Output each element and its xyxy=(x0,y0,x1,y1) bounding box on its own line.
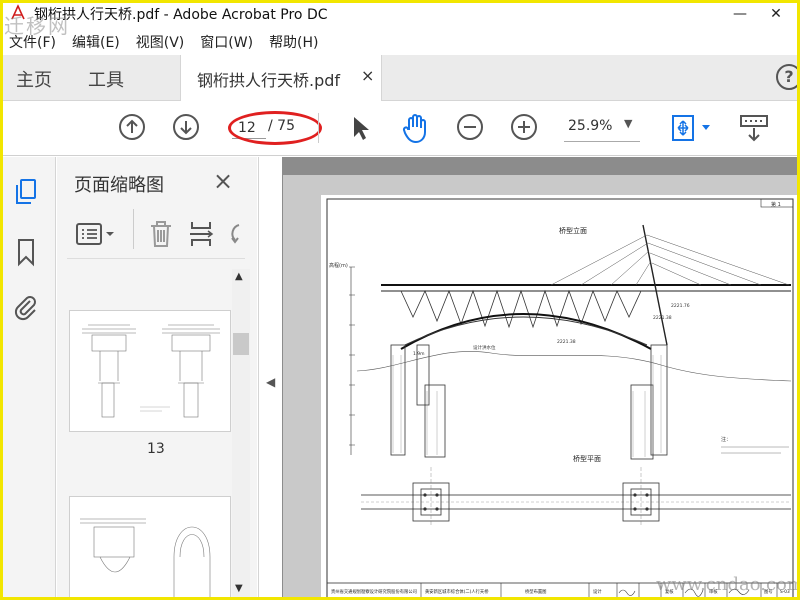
watermark-top: 迁移网 xyxy=(4,14,70,38)
bookmark-icon[interactable] xyxy=(12,237,40,267)
plan-title: 桥型平面 xyxy=(573,454,601,463)
scrollbar-thumb[interactable] xyxy=(233,333,249,355)
document-page-frame: 第 1 桥型立面 桥型平面 高程(m) 设计洪水位 2221.38 1.9m 2… xyxy=(283,175,800,600)
panel-close-icon[interactable]: × xyxy=(213,167,233,195)
zoom-underline xyxy=(564,141,640,142)
delete-page-icon[interactable] xyxy=(147,219,175,253)
svg-text:2221.38: 2221.38 xyxy=(557,339,576,345)
page-down-icon[interactable] xyxy=(173,114,199,140)
title-block-company: 贵州省交通规划勘察设计研究院股份有限公司 xyxy=(331,588,417,595)
svg-text:第 1: 第 1 xyxy=(771,201,781,208)
thumbnail-toolbar xyxy=(67,209,245,259)
thumbnail-page-13[interactable] xyxy=(69,310,231,432)
extract-page-icon[interactable] xyxy=(188,219,216,253)
zoom-level[interactable]: 25.9% xyxy=(568,118,612,134)
thumbnail-scrollbar[interactable]: ▲ ▼ xyxy=(232,269,250,600)
watermark-bottom: www.cndao.com xyxy=(656,574,800,595)
tab-close-icon[interactable]: × xyxy=(361,66,374,85)
menu-bar: 文件(F) 编辑(E) 视图(V) 窗口(W) 帮助(H) xyxy=(0,30,800,54)
close-icon[interactable]: ✕ xyxy=(758,2,794,26)
collapse-panel-icon[interactable]: ◀ xyxy=(266,375,275,389)
elevation-title: 桥型立面 xyxy=(559,226,587,235)
menu-help[interactable]: 帮助(H) xyxy=(269,32,318,52)
svg-text:2221.38: 2221.38 xyxy=(653,315,672,321)
zoom-out-icon[interactable] xyxy=(457,114,483,140)
fit-page-icon[interactable] xyxy=(670,113,714,147)
rotate-page-icon[interactable] xyxy=(225,221,245,251)
help-icon[interactable]: ? xyxy=(776,64,800,90)
zoom-in-icon[interactable] xyxy=(511,114,537,140)
drawing-note: 注： xyxy=(721,436,731,443)
menu-window[interactable]: 窗口(W) xyxy=(200,32,253,52)
main-toolbar: 12 / 75 25.9% ▼ xyxy=(0,101,800,156)
scroll-down-icon[interactable]: ▼ xyxy=(235,583,243,594)
scroll-up-icon[interactable]: ▲ xyxy=(235,271,243,282)
hand-icon[interactable] xyxy=(400,112,432,148)
menu-view[interactable]: 视图(V) xyxy=(136,32,185,52)
thumbnail-options-icon[interactable] xyxy=(75,221,119,251)
drawing-sheet: 第 1 桥型立面 桥型平面 高程(m) 设计洪水位 2221.38 1.9m 2… xyxy=(321,195,799,600)
document-view[interactable]: 第 1 桥型立面 桥型平面 高程(m) 设计洪水位 2221.38 1.9m 2… xyxy=(282,157,800,600)
title-block-design: 设计 xyxy=(593,588,602,595)
attachment-icon[interactable] xyxy=(12,293,40,321)
window-title: 钢桁拱人行天桥.pdf - Adobe Acrobat Pro DC xyxy=(34,7,328,23)
page-up-icon[interactable] xyxy=(119,114,145,140)
tab-tools[interactable]: 工具 xyxy=(88,66,124,92)
select-arrow-icon[interactable] xyxy=(350,115,372,145)
svg-text:2221.76: 2221.76 xyxy=(671,303,690,309)
title-block-drawing: 桥型布置图 xyxy=(525,588,546,595)
minimize-icon[interactable]: — xyxy=(722,2,758,26)
tab-home[interactable]: 主页 xyxy=(16,66,52,92)
thumbnail-page-number: 13 xyxy=(147,441,165,457)
left-navigation-rail xyxy=(0,157,56,600)
svg-text:1.9m: 1.9m xyxy=(413,351,425,357)
thumbnail-page-14[interactable] xyxy=(69,496,231,600)
thumbnail-panel: 页面缩略图 × 13 ▲ ▼ xyxy=(57,157,257,600)
red-annotation-oval xyxy=(228,111,322,145)
scrolling-mode-icon[interactable] xyxy=(738,113,770,147)
svg-text:高程(m): 高程(m) xyxy=(329,262,348,269)
menu-edit[interactable]: 编辑(E) xyxy=(72,32,120,52)
signature-design xyxy=(618,589,636,596)
tab-document[interactable]: 钢桁拱人行天桥.pdf × xyxy=(180,55,382,101)
title-block-project: 黄安新区城市综合体(二)人行天桥 xyxy=(425,588,489,595)
page-thumbnails-icon[interactable] xyxy=(12,177,40,205)
title-bar: 钢桁拱人行天桥.pdf - Adobe Acrobat Pro DC — ✕ xyxy=(0,0,800,28)
panel-title: 页面缩略图 xyxy=(74,175,164,196)
zoom-dropdown-icon[interactable]: ▼ xyxy=(624,117,632,130)
tab-bar: 主页 工具 钢桁拱人行天桥.pdf × ? xyxy=(0,55,800,101)
panel-tools-divider xyxy=(133,209,134,249)
svg-text:设计洪水位: 设计洪水位 xyxy=(473,344,496,351)
panel-collapse-strip: ◀ xyxy=(258,157,282,600)
toolbar-divider xyxy=(318,113,319,143)
tab-document-label: 钢桁拱人行天桥.pdf xyxy=(197,71,341,90)
